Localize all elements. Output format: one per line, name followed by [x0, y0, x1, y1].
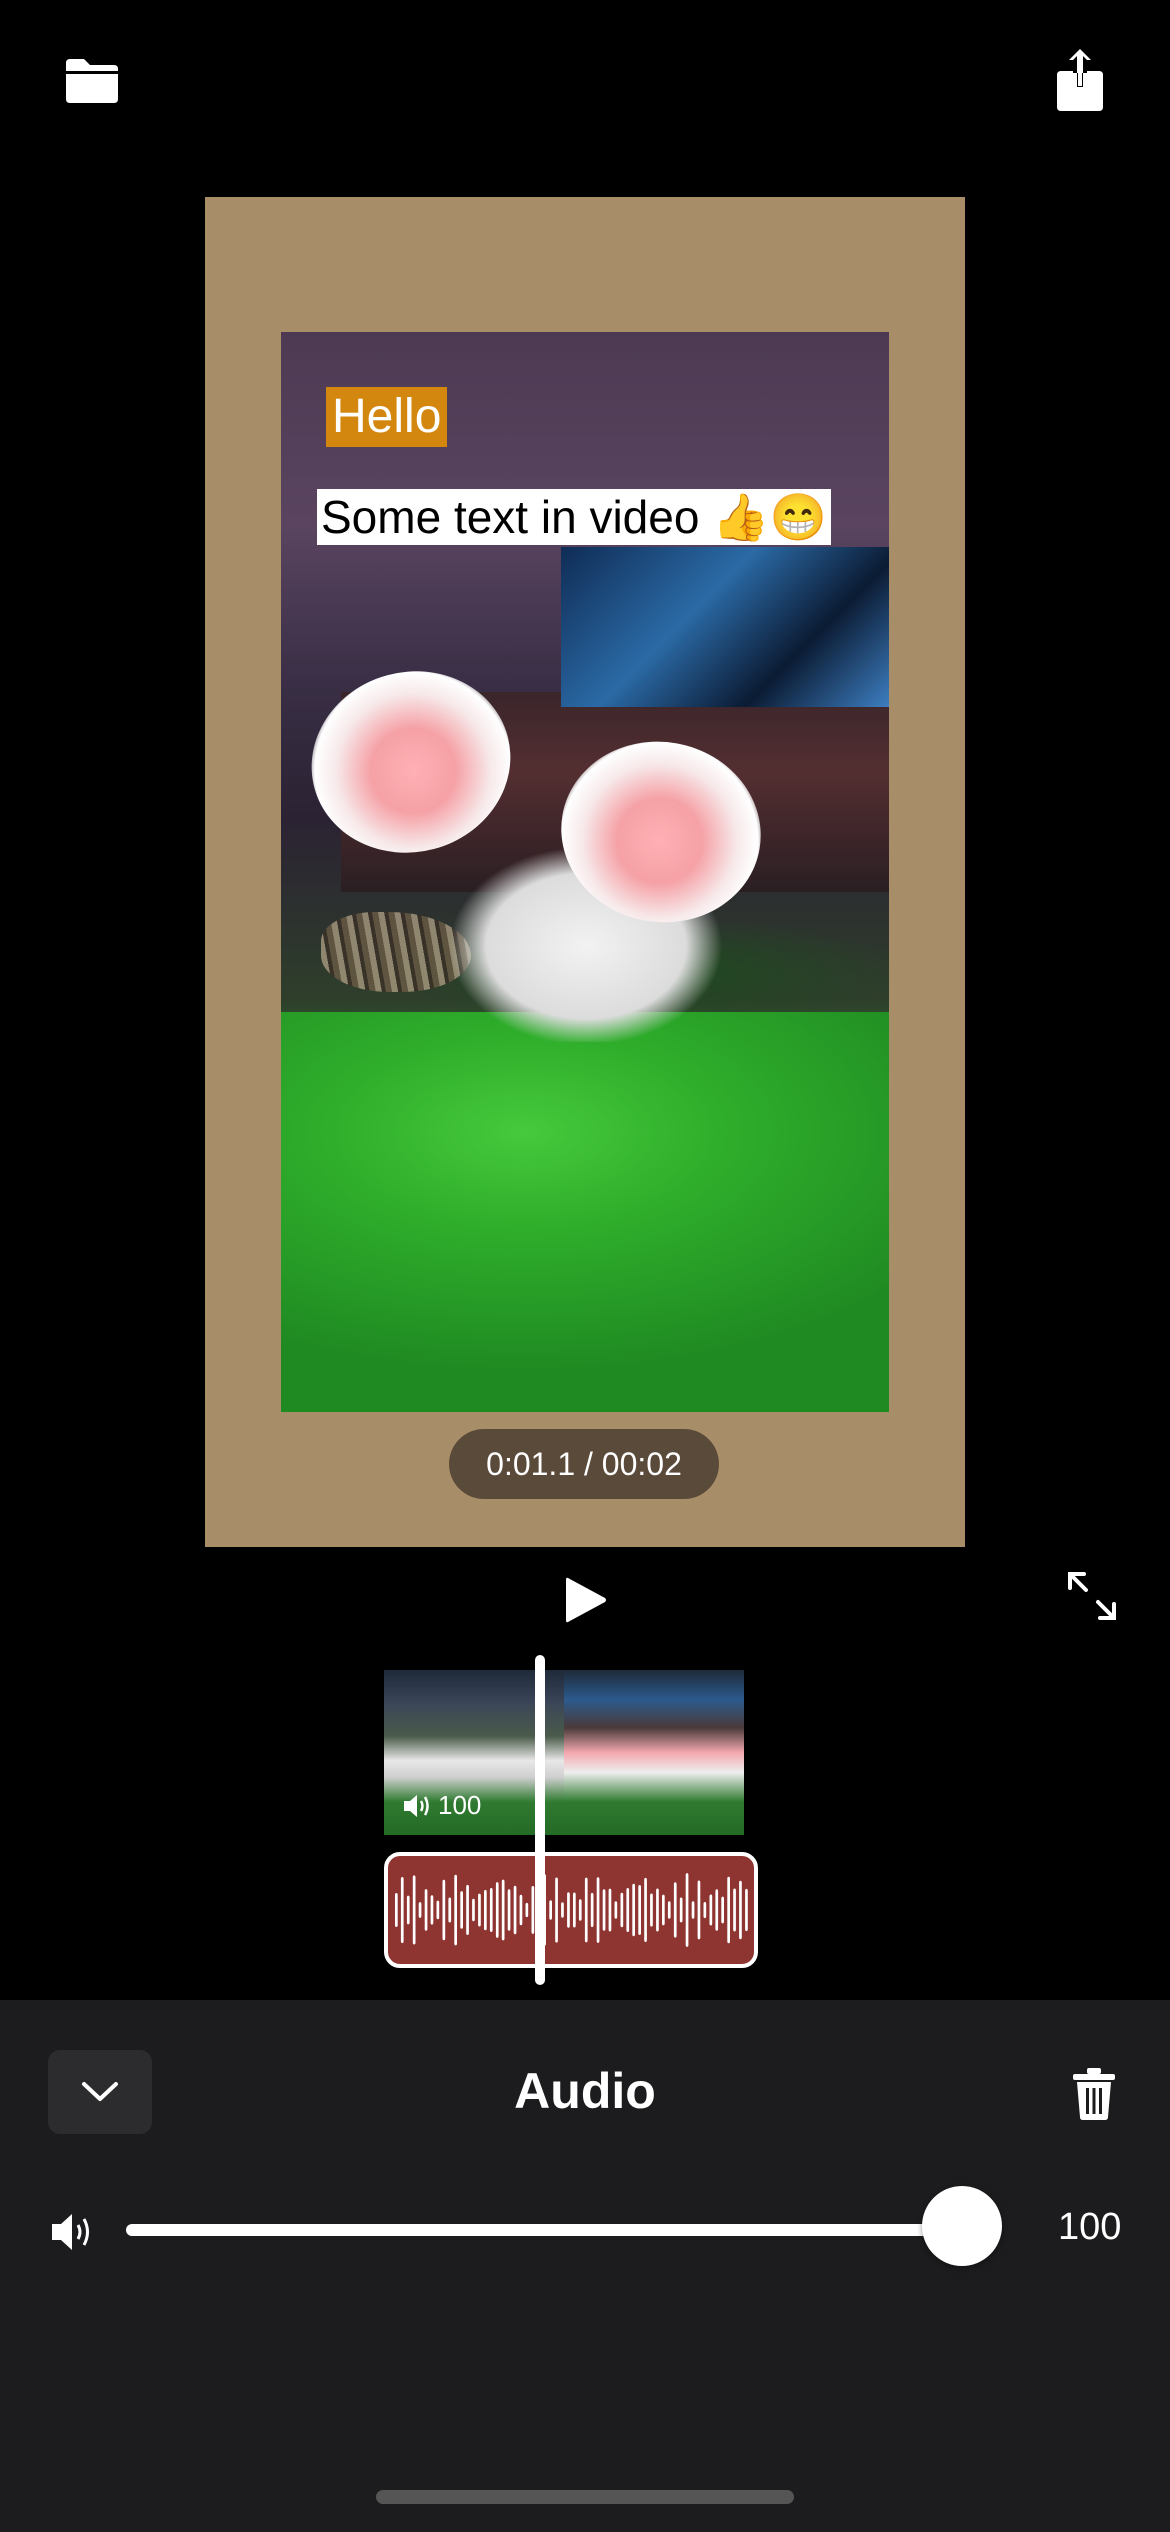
waveform-bar [596, 1877, 600, 1943]
waveform-bar [638, 1885, 641, 1935]
waveform-bar [507, 1889, 511, 1931]
waveform-bar [709, 1894, 713, 1926]
waveform-bar [679, 1897, 683, 1923]
share-button[interactable] [1040, 40, 1120, 120]
waveform-bar [650, 1893, 653, 1927]
clip-volume-label: 100 [402, 1790, 481, 1821]
waveform-bar [561, 1902, 564, 1918]
clip-volume-value: 100 [438, 1790, 482, 1820]
waveform-bar [460, 1891, 463, 1929]
waveform-bar [484, 1889, 487, 1931]
text-overlay-hello[interactable]: Hello [326, 387, 448, 447]
waveform-bar [733, 1888, 736, 1932]
waveform-bar [531, 1886, 535, 1934]
waveform-bar [697, 1880, 701, 1940]
timeline-playhead[interactable] [535, 1655, 545, 1985]
video-clip-track[interactable]: 100 [384, 1670, 744, 1835]
background-tv [561, 547, 889, 707]
video-canvas[interactable]: Hello Some text in video 👍😁 0:01.1 / 00:… [205, 197, 965, 1547]
audio-settings-panel: Audio 100 [0, 2000, 1170, 2532]
expand-icon [1068, 1572, 1116, 1620]
volume-slider-thumb[interactable] [922, 2186, 1002, 2266]
waveform-bar [614, 1901, 618, 1919]
waveform-bar [715, 1889, 719, 1931]
waveform-bar [662, 1894, 665, 1926]
waveform-bar [602, 1889, 606, 1931]
waveform-bar [703, 1902, 707, 1919]
waveform-bar [513, 1885, 517, 1935]
waveform-bar [567, 1892, 570, 1928]
green-blanket [281, 1012, 889, 1412]
waveform-bar [549, 1900, 552, 1920]
waveform-bar [395, 1893, 398, 1927]
waveform-bar [620, 1892, 624, 1928]
waveform-bar [442, 1879, 446, 1941]
waveform-bar [656, 1888, 659, 1932]
waveform-bar [685, 1873, 689, 1947]
clip-thumbnail [564, 1670, 744, 1835]
timecode-badge: 0:01.1 / 00:02 [449, 1429, 719, 1499]
waveform-bar [466, 1884, 469, 1935]
waveform-bar [632, 1883, 635, 1937]
waveform-bar [400, 1877, 404, 1944]
speaker-icon [52, 2214, 89, 2250]
waveform-bar [424, 1889, 428, 1931]
waveform-bar [519, 1894, 523, 1926]
waveform-bar [644, 1877, 647, 1942]
waveform-bar [745, 1888, 748, 1932]
delete-button[interactable] [1056, 2056, 1132, 2132]
play-icon [566, 1577, 606, 1623]
play-button[interactable] [546, 1560, 626, 1640]
text-overlay-caption[interactable]: Some text in video 👍😁 [317, 489, 831, 545]
waveform-bar [489, 1888, 493, 1932]
waveform-bar [578, 1899, 582, 1921]
volume-slider-track[interactable] [126, 2224, 992, 2236]
audio-clip-track[interactable] [384, 1852, 758, 1968]
waveform-bar [454, 1874, 457, 1946]
share-icon [1057, 49, 1103, 111]
waveform-bar [573, 1892, 576, 1928]
waveform-bar [472, 1898, 475, 1922]
waveform-bar [406, 1895, 410, 1925]
waveform-bar [691, 1901, 695, 1919]
audio-waveform [395, 1873, 748, 1947]
video-preview[interactable]: Hello Some text in video 👍😁 [281, 332, 889, 1412]
waveform-bar [673, 1882, 677, 1938]
waveform-bar [430, 1895, 434, 1925]
waveform-bar [436, 1900, 440, 1920]
waveform-bar [739, 1880, 742, 1940]
waveform-bar [495, 1882, 499, 1938]
waveform-bar [412, 1875, 416, 1945]
waveform-bar [525, 1902, 529, 1918]
fullscreen-button[interactable] [1052, 1556, 1132, 1636]
waveform-bar [727, 1876, 730, 1944]
waveform-bar [555, 1877, 558, 1943]
waveform-bar [608, 1888, 612, 1932]
home-indicator [376, 2490, 794, 2504]
waveform-bar [418, 1902, 422, 1918]
folder-button[interactable] [52, 40, 132, 120]
waveform-bar [584, 1877, 588, 1943]
folder-icon [66, 59, 118, 103]
speaker-icon [404, 1794, 429, 1817]
waveform-bar [501, 1879, 505, 1941]
waveform-bar [626, 1888, 630, 1932]
trash-icon [1073, 2068, 1115, 2120]
waveform-bar [590, 1892, 594, 1928]
waveform-bar [721, 1896, 724, 1924]
waveform-bar [448, 1897, 452, 1923]
waveform-bar [478, 1893, 481, 1927]
panel-title: Audio [514, 2063, 656, 2119]
volume-value: 100 [1058, 2206, 1122, 2248]
waveform-bar [667, 1901, 671, 1919]
